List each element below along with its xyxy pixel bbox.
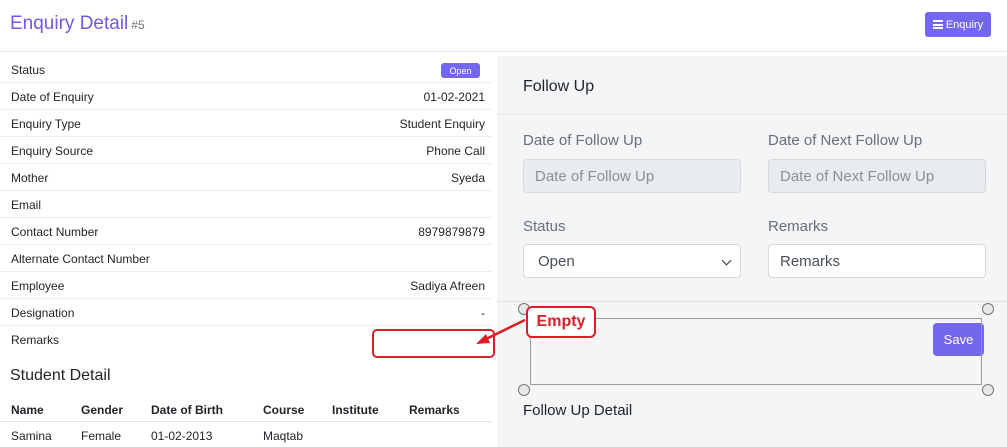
table-cell: 01-02-2013 bbox=[151, 429, 213, 443]
remarks-label: Remarks bbox=[768, 218, 829, 235]
detail-value: 8979879879 bbox=[418, 225, 485, 239]
detail-label: Email bbox=[11, 198, 42, 212]
follow-up-title: Follow Up bbox=[523, 78, 595, 95]
detail-label: Mother bbox=[11, 171, 49, 185]
detail-value: Phone Call bbox=[426, 144, 485, 158]
resize-handle[interactable] bbox=[518, 384, 530, 396]
column-header: Gender bbox=[81, 403, 124, 417]
next-follow-up-date-input[interactable]: Date of Next Follow Up bbox=[768, 159, 986, 193]
column-header: Institute bbox=[332, 403, 379, 417]
detail-value: Student Enquiry bbox=[399, 117, 485, 131]
enquiry-details-panel: Status Open Date of Enquiry 01-02-2021 E… bbox=[0, 56, 495, 447]
status-select[interactable]: Open bbox=[523, 244, 741, 278]
column-header: Remarks bbox=[409, 403, 460, 417]
resize-handle[interactable] bbox=[982, 303, 994, 315]
remarks-input[interactable]: Remarks bbox=[768, 244, 986, 278]
annotation-arrow-icon bbox=[476, 318, 526, 344]
table-row: Samina Female 01-02-2013 Maqtab bbox=[0, 423, 492, 447]
detail-row-enquiry-type: Enquiry Type Student Enquiry bbox=[0, 110, 492, 137]
enquiry-list-button[interactable]: Enquiry bbox=[925, 12, 991, 37]
detail-row-alternate-contact: Alternate Contact Number bbox=[0, 245, 492, 272]
next-follow-up-date-label: Date of Next Follow Up bbox=[768, 132, 923, 149]
detail-row-contact-number: Contact Number 8979879879 bbox=[0, 218, 492, 245]
detail-label: Enquiry Source bbox=[11, 144, 94, 158]
table-cell: Female bbox=[81, 429, 122, 443]
chevron-down-icon bbox=[721, 255, 732, 266]
detail-label: Status bbox=[11, 63, 46, 77]
column-header: Name bbox=[11, 403, 44, 417]
follow-up-detail-title: Follow Up Detail bbox=[523, 402, 633, 419]
divider bbox=[497, 114, 1007, 115]
enquiry-button-label: Enquiry bbox=[945, 18, 984, 31]
detail-label: Alternate Contact Number bbox=[11, 252, 150, 266]
detail-label: Enquiry Type bbox=[11, 117, 81, 131]
status-badge: Open bbox=[441, 63, 480, 78]
detail-value: Syeda bbox=[450, 171, 485, 185]
detail-row-employee: Employee Sadiya Afreen bbox=[0, 272, 492, 299]
table-header-row: Name Gender Date of Birth Course Institu… bbox=[0, 397, 492, 422]
table-cell: Maqtab bbox=[263, 429, 304, 443]
selection-frame bbox=[530, 318, 982, 385]
annotation-label: Empty bbox=[526, 306, 596, 338]
detail-label: Remarks bbox=[11, 333, 60, 347]
detail-row-email: Email bbox=[0, 191, 492, 218]
detail-label: Designation bbox=[11, 306, 75, 320]
detail-label: Date of Enquiry bbox=[11, 90, 94, 104]
resize-handle[interactable] bbox=[982, 384, 994, 396]
detail-row-designation: Designation - bbox=[0, 299, 492, 326]
follow-up-date-label: Date of Follow Up bbox=[523, 132, 643, 149]
page-title: Enquiry Detail #5 bbox=[10, 13, 145, 35]
detail-label: Contact Number bbox=[11, 225, 99, 239]
table-cell: Samina bbox=[11, 429, 52, 443]
detail-row-date-of-enquiry: Date of Enquiry 01-02-2021 bbox=[0, 83, 492, 110]
detail-value: 01-02-2021 bbox=[423, 90, 485, 104]
follow-up-date-input[interactable]: Date of Follow Up bbox=[523, 159, 741, 193]
column-header: Date of Birth bbox=[151, 403, 223, 417]
detail-row-mother: Mother Syeda bbox=[0, 164, 492, 191]
detail-row-status: Status Open bbox=[0, 56, 492, 83]
list-icon bbox=[932, 20, 943, 29]
detail-value: Sadiya Afreen bbox=[410, 279, 485, 293]
divider bbox=[497, 301, 1007, 302]
status-label: Status bbox=[523, 218, 566, 235]
detail-row-enquiry-source: Enquiry Source Phone Call bbox=[0, 137, 492, 164]
student-detail-heading: Student Detail bbox=[10, 367, 111, 384]
follow-up-panel: Follow Up Date of Follow Up Date of Foll… bbox=[497, 56, 1007, 447]
enquiry-number: #5 bbox=[131, 18, 145, 32]
detail-label: Employee bbox=[11, 279, 65, 293]
column-header: Course bbox=[263, 403, 305, 417]
status-select-value: Open bbox=[538, 252, 575, 270]
page-header: Enquiry Detail #5 Enquiry bbox=[0, 0, 1007, 52]
page-title-text: Enquiry Detail bbox=[10, 13, 129, 34]
